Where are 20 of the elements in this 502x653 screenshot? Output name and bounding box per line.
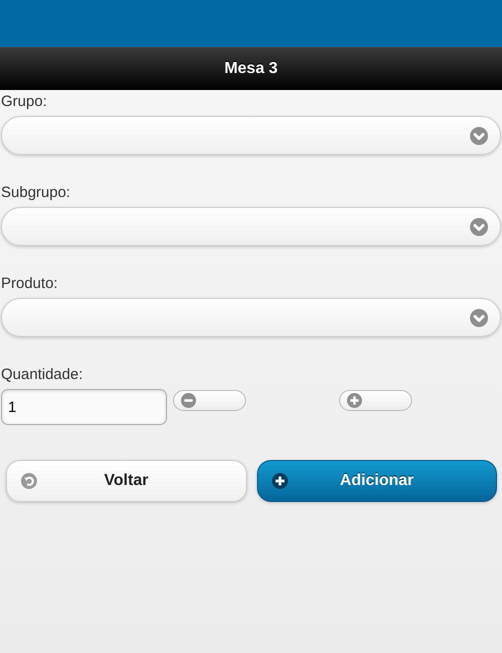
decrease-button[interactable] (173, 390, 246, 411)
increase-button[interactable] (339, 390, 412, 411)
chevron-down-icon (470, 308, 488, 326)
field-label: Grupo: (1, 92, 48, 112)
plus-icon (347, 393, 362, 408)
field-label: Produto: (1, 274, 59, 294)
quantity-field[interactable]: 1 (1, 389, 167, 425)
plus-icon (272, 473, 288, 489)
back-button[interactable]: Voltar (6, 460, 246, 502)
field-label: Subgrupo: (1, 183, 72, 203)
dropdown-field[interactable] (1, 207, 501, 246)
undo-icon (21, 473, 37, 489)
dropdown-field[interactable] (1, 116, 501, 155)
page-title: Mesa 3 (224, 60, 278, 78)
add-button[interactable]: Adicionar (256, 460, 497, 502)
field-label: Quantidade: (1, 365, 84, 385)
chevron-down-icon (470, 218, 488, 236)
minus-icon (181, 393, 196, 408)
dropdown-field[interactable] (1, 298, 501, 337)
chevron-down-icon (470, 126, 488, 144)
